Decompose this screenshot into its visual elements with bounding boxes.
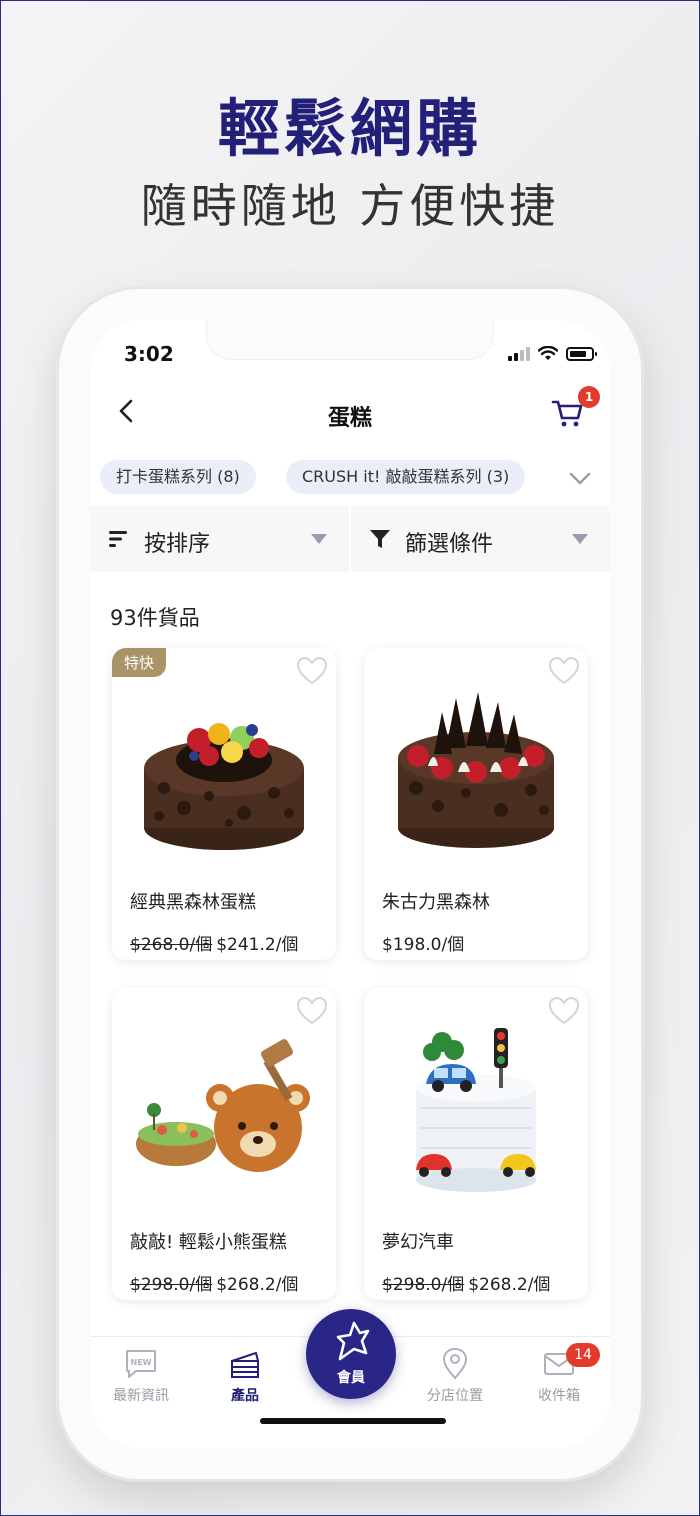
phone-notch [206, 320, 494, 360]
product-price: $268.0/個 $241.2/個 [130, 930, 298, 955]
svg-text:NEW: NEW [131, 1358, 152, 1367]
sale-price: $268.2/個 [468, 1275, 551, 1295]
filter-dropdown[interactable]: 篩選條件 [351, 506, 610, 572]
member-label: 會員 [337, 1370, 365, 1386]
product-price: $298.0/個 $268.2/個 [382, 1270, 550, 1295]
category-chip[interactable]: 打卡蛋糕系列 (8) [100, 460, 256, 494]
tab-news[interactable]: NEW 最新資訊 [96, 1347, 186, 1405]
rilakkuma-crush-cake-image [136, 1039, 310, 1172]
sort-dropdown[interactable]: 按排序 [90, 506, 349, 572]
home-indicator[interactable] [260, 1418, 446, 1424]
sale-price: $198.0/個 [382, 935, 465, 955]
product-card[interactable]: 朱古力黑森林 $198.0/個 [364, 648, 588, 960]
cart-badge: 1 [578, 386, 600, 408]
tab-label: 最新資訊 [113, 1388, 169, 1404]
result-count: 93件貨品 [110, 606, 200, 630]
chevron-down-icon[interactable] [566, 464, 594, 492]
nav-bar: 蛋糕 1 [90, 384, 610, 440]
tab-inbox[interactable]: 收件箱 14 [514, 1343, 604, 1405]
product-name: 敲敲! 輕鬆小熊蛋糕 [130, 1232, 287, 1253]
battery-icon [566, 347, 597, 361]
chocolate-black-forest-cake-image [398, 692, 554, 848]
funnel-icon [370, 530, 390, 548]
bottom-tab-bar: NEW 最新資訊 產品 會員 分店位置 收件箱 14 [90, 1309, 610, 1448]
category-chip[interactable]: CRUSH it! 敲敲蛋糕系列 (3) [286, 460, 526, 494]
promo-headline: 輕鬆網購 [217, 92, 482, 165]
caret-down-icon [311, 534, 327, 544]
inbox-badge: 14 [566, 1343, 600, 1367]
express-badge: 特快 [112, 648, 167, 677]
sort-label: 按排序 [144, 532, 211, 557]
tab-label: 收件箱 [538, 1388, 580, 1404]
filter-label: 篩選條件 [405, 532, 494, 557]
tab-products[interactable]: 產品 [200, 1347, 290, 1405]
wifi-icon [538, 346, 558, 360]
cellular-signal-icon [508, 347, 530, 361]
tab-stores[interactable]: 分店位置 [410, 1347, 500, 1405]
tab-label: 產品 [231, 1388, 259, 1404]
product-card[interactable]: 敲敲! 輕鬆小熊蛋糕 $298.0/個 $268.2/個 [112, 988, 336, 1300]
promo-subheadline: 隨時隨地 方便快捷 [140, 179, 560, 233]
dream-car-cake-image [416, 1028, 536, 1192]
tab-label: 分店位置 [427, 1388, 483, 1404]
app-screen: 3:02 蛋糕 1 打卡蛋糕系列 (8) CRUSH it! 敲敲蛋糕系列 (3… [90, 320, 610, 1448]
news-icon: NEW [126, 1350, 156, 1378]
sort-icon [109, 531, 127, 547]
product-price: $298.0/個 $268.2/個 [130, 1270, 298, 1295]
member-logo-icon [336, 1321, 370, 1361]
sale-price: $268.2/個 [216, 1275, 299, 1295]
product-price: $198.0/個 [382, 930, 464, 955]
filter-bar: 按排序 篩選條件 [90, 506, 610, 572]
product-name: 經典黑森林蛋糕 [130, 892, 256, 913]
category-chips: 打卡蛋糕系列 (8) CRUSH it! 敲敲蛋糕系列 (3) [100, 460, 610, 494]
status-time: 3:02 [124, 342, 174, 366]
product-name: 朱古力黑森林 [382, 892, 490, 913]
phone-frame: 3:02 蛋糕 1 打卡蛋糕系列 (8) CRUSH it! 敲敲蛋糕系列 (3… [56, 286, 644, 1482]
product-card[interactable]: 夢幻汽車 $298.0/個 $268.2/個 [364, 988, 588, 1300]
original-price: $298.0/個 [130, 1275, 213, 1295]
page-title: 蛋糕 [327, 406, 372, 431]
cake-icon [231, 1352, 259, 1378]
member-button[interactable]: 會員 [306, 1309, 396, 1399]
product-card[interactable]: 特快 經典黑森林蛋糕 $268.0/個 $241.2/個 [112, 648, 336, 960]
original-price: $298.0/個 [382, 1275, 465, 1295]
status-icons [508, 346, 597, 361]
caret-down-icon [572, 534, 588, 544]
location-pin-icon [442, 1347, 468, 1380]
product-name: 夢幻汽車 [382, 1232, 454, 1253]
sale-price: $241.2/個 [216, 935, 299, 955]
black-forest-fruit-cake-image [144, 723, 304, 850]
original-price: $268.0/個 [130, 935, 213, 955]
